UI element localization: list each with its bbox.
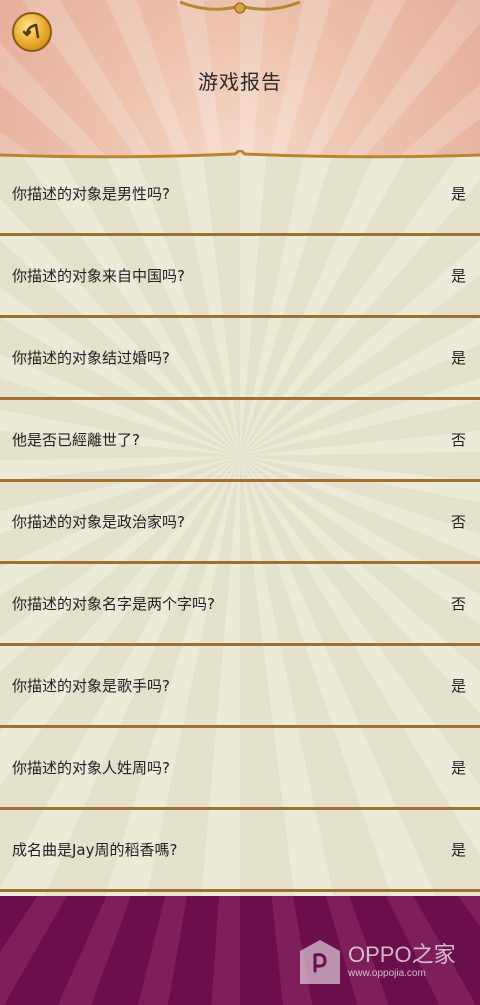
answer-text: 是 [450,759,466,777]
report-row: 你描述的对象是歌手吗? 是 [0,648,480,728]
back-button[interactable] [12,12,52,52]
report-panel: 你描述的对象是男性吗? 是 你描述的对象来自中国吗? 是 你描述的对象结过婚吗?… [0,150,480,896]
answer-text: 是 [450,349,466,367]
report-row: 你描述的对象人姓周吗? 是 [0,730,480,810]
question-text: 他是否已經離世了? [12,431,140,449]
question-text: 你描述的对象是歌手吗? [12,677,170,695]
question-text: 你描述的对象名字是两个字吗? [12,595,215,613]
watermark-text: OPPO之家 www.oppojia.com [348,943,456,981]
answer-text: 否 [450,513,466,531]
report-row: 他是否已經離世了? 否 [0,402,480,482]
report-row: 你描述的对象结过婚吗? 是 [0,320,480,400]
answer-text: 是 [450,841,466,859]
report-row: 你描述的对象是政治家吗? 否 [0,484,480,564]
report-row: 你描述的对象来自中国吗? 是 [0,238,480,318]
page-title: 游戏报告 [198,70,282,94]
report-row: 你描述的对象是男性吗? 是 [0,156,480,236]
report-row: 你描述的对象名字是两个字吗? 否 [0,566,480,646]
top-ornament [180,0,300,14]
question-text: 成名曲是Jay周的稻香嗎? [12,841,178,859]
answer-text: 否 [450,595,466,613]
answer-text: 是 [450,267,466,285]
back-arrow-icon [22,23,40,39]
answer-text: 是 [450,677,466,695]
question-text: 你描述的对象是政治家吗? [12,513,185,531]
question-text: 你描述的对象结过婚吗? [12,349,170,367]
watermark: OPPO之家 www.oppojia.com [300,938,456,986]
watermark-brand: OPPO之家 [348,942,456,967]
watermark-url: www.oppojia.com [348,968,426,979]
question-text: 你描述的对象人姓周吗? [12,759,170,777]
answer-text: 否 [450,431,466,449]
report-row: 成名曲是Jay周的稻香嗎? 是 [0,812,480,892]
question-text: 你描述的对象来自中国吗? [12,267,185,285]
watermark-logo-icon [300,940,340,984]
question-text: 你描述的对象是男性吗? [12,185,170,203]
answer-text: 是 [450,185,466,203]
